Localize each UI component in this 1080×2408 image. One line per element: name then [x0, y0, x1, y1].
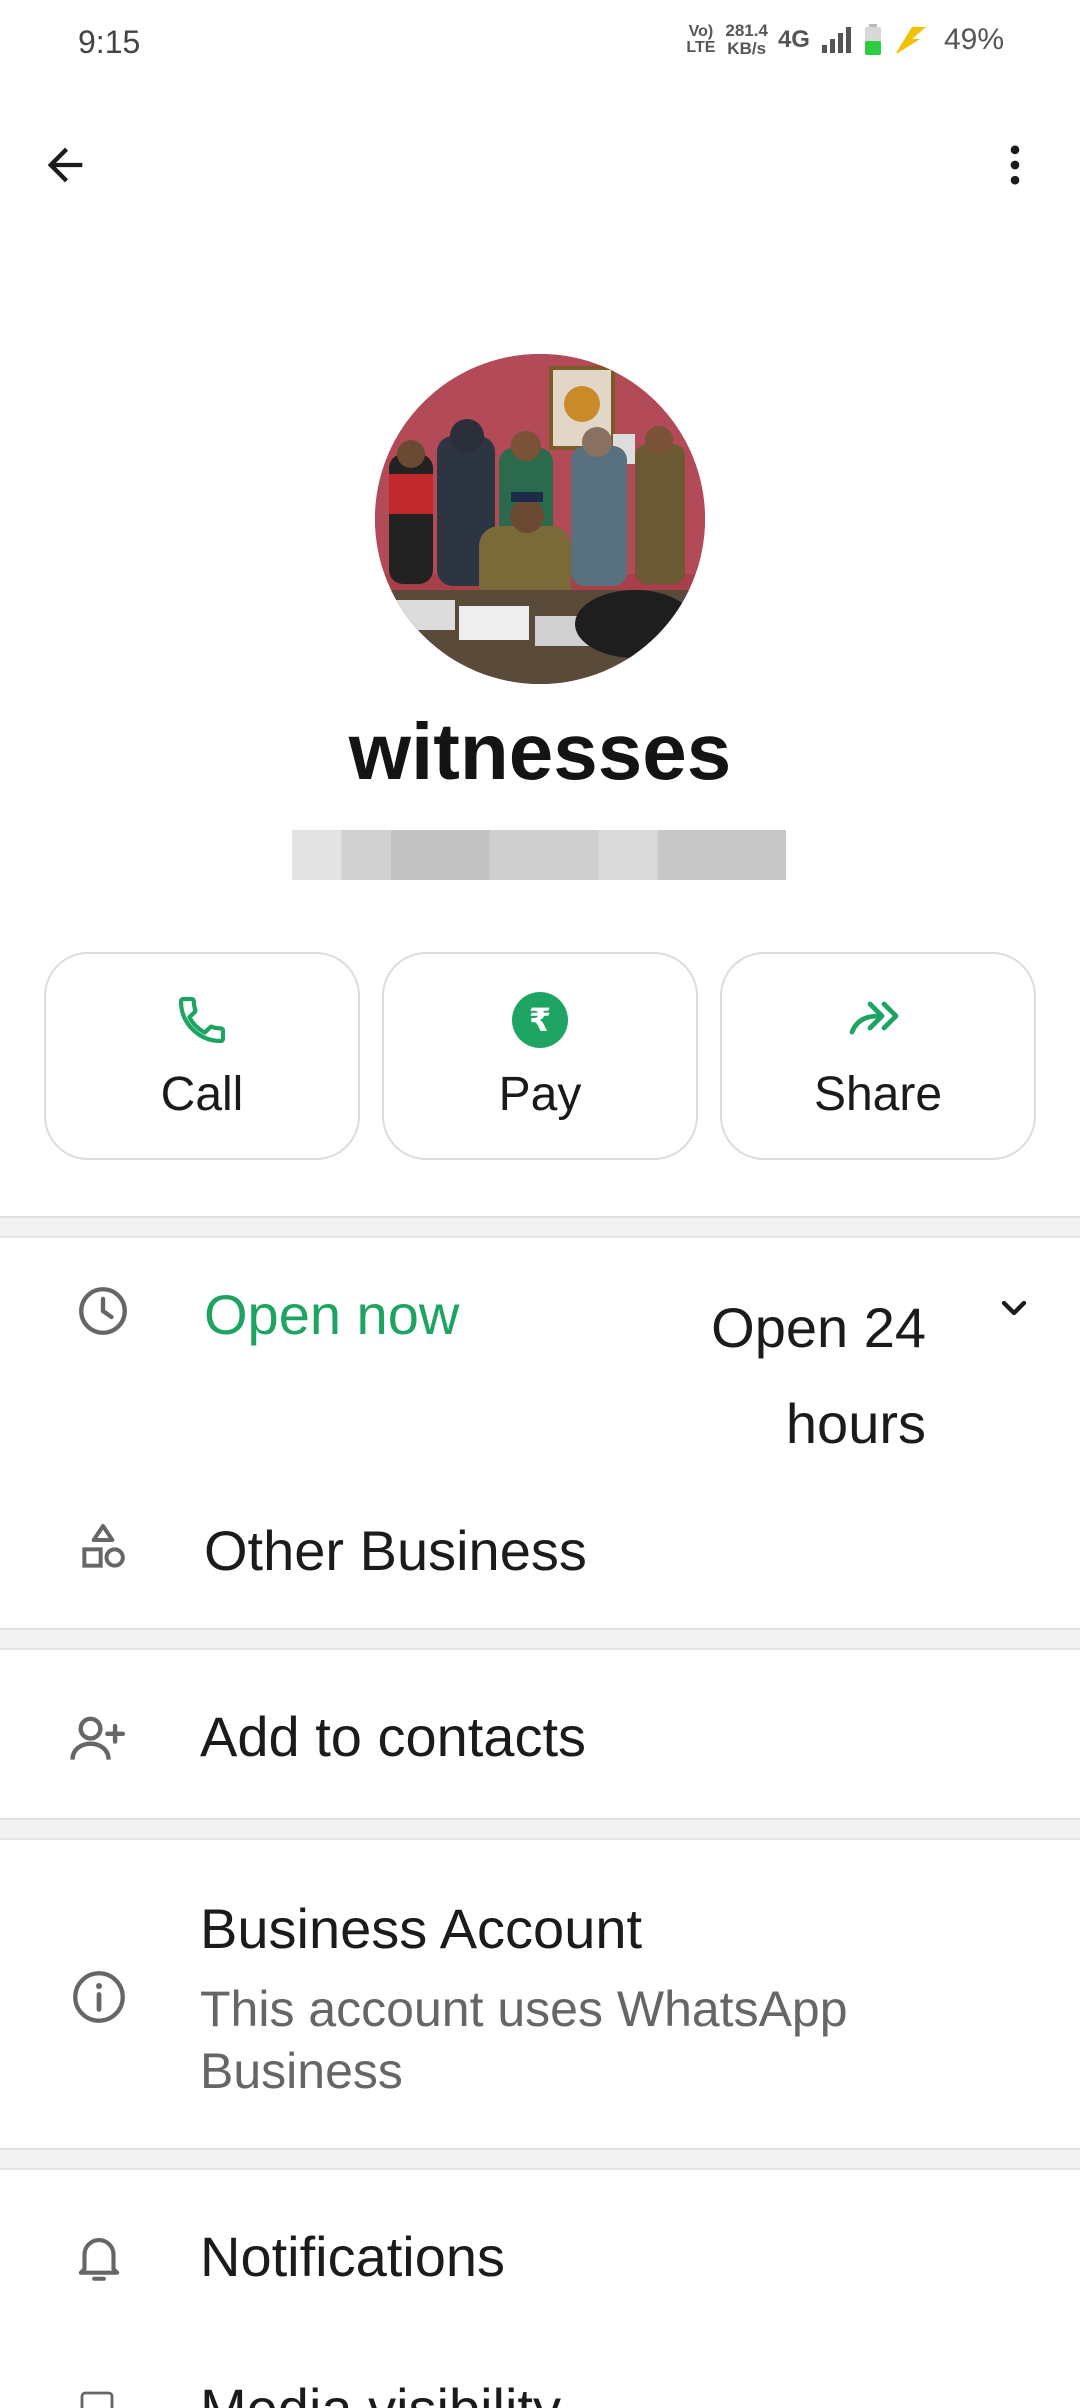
- business-account-title: Business Account: [200, 1897, 643, 1960]
- info-icon: [73, 1971, 125, 2023]
- clock-icon-wrap: [68, 1276, 138, 1346]
- signal-icon: [821, 27, 851, 53]
- section-divider: [0, 2148, 1080, 2170]
- call-label: Call: [160, 1067, 244, 1121]
- charging-icon: [895, 27, 926, 53]
- quick-actions: Call ₹ Pay Share: [44, 952, 1036, 1160]
- chevron-down-icon: [1001, 1300, 1027, 1316]
- bell-icon: [78, 2238, 120, 2281]
- volte-indicator: Vo) LTE: [686, 23, 716, 56]
- call-button[interactable]: Call: [44, 952, 360, 1160]
- share-label: Share: [813, 1067, 943, 1121]
- status-bar: 9:15 Vo) LTE 281.4 KB/s 4G 49%: [0, 0, 1080, 90]
- media-visibility-label: Media visibility: [200, 2380, 561, 2408]
- notifications-label: Notifications: [200, 2225, 506, 2288]
- more-vert-icon: [1010, 145, 1020, 185]
- business-account-subtitle: This account uses WhatsApp Business: [200, 1981, 848, 2099]
- business-category: Other Business: [204, 1519, 587, 1582]
- open-status: Open now: [204, 1283, 460, 1346]
- pay-label: Pay: [498, 1067, 582, 1121]
- clock-icon: [79, 1287, 127, 1335]
- battery-icon: [864, 24, 881, 55]
- status-icons: Vo) LTE 281.4 KB/s 4G 49%: [686, 22, 1004, 58]
- add-to-contacts-row[interactable]: Add to contacts: [0, 1660, 1080, 1820]
- add-person-icon: [70, 1716, 126, 1760]
- business-account-row[interactable]: Business Account This account uses Whats…: [0, 1846, 1080, 2148]
- pay-button[interactable]: ₹ Pay: [382, 952, 698, 1160]
- svg-text:₹: ₹: [529, 1001, 551, 1039]
- media-icon: [80, 2391, 114, 2408]
- add-to-contacts-label: Add to contacts: [200, 1705, 587, 1768]
- category-icon-wrap: [68, 1512, 138, 1582]
- rupee-icon: ₹: [512, 991, 568, 1048]
- media-visibility-row[interactable]: Media visibility: [0, 2380, 1080, 2408]
- section-divider: [0, 1818, 1080, 1840]
- back-button[interactable]: [20, 120, 110, 210]
- network-type: 4G: [777, 26, 810, 53]
- category-shapes-icon: [82, 1524, 125, 1568]
- forward-icon: [849, 1001, 899, 1034]
- section-divider: [0, 1628, 1080, 1650]
- phone-icon: [178, 996, 226, 1043]
- phone-number-redacted: [292, 830, 786, 880]
- more-options-button[interactable]: [970, 120, 1060, 210]
- profile-photo-image: [375, 354, 705, 684]
- status-time: 9:15: [78, 24, 141, 60]
- hours-expand-button[interactable]: [984, 1278, 1044, 1338]
- network-speed: 281.4 KB/s: [725, 21, 768, 58]
- top-app-bar: [0, 120, 1080, 210]
- notifications-row[interactable]: Notifications: [0, 2172, 1080, 2342]
- profile-photo[interactable]: [375, 354, 705, 684]
- arrow-back-icon: [47, 147, 83, 183]
- section-divider: [0, 1216, 1080, 1238]
- profile-name: witnesses: [348, 707, 732, 796]
- share-button[interactable]: Share: [720, 952, 1036, 1160]
- business-hours[interactable]: Open 24 hours: [640, 1280, 926, 1472]
- battery-percent: 49%: [943, 23, 1004, 56]
